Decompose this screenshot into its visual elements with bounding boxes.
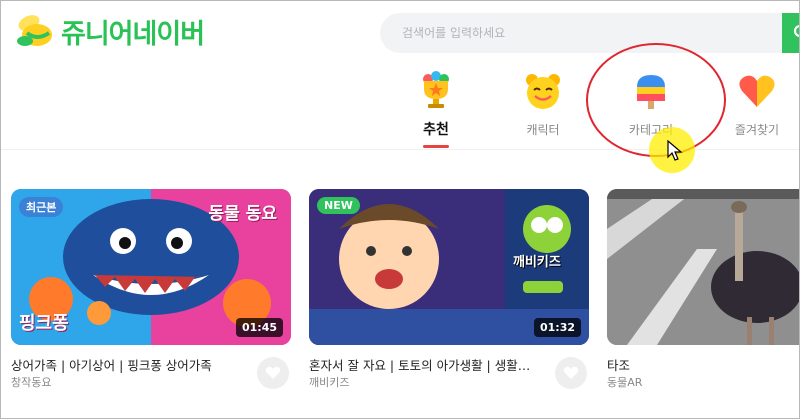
heart-icon	[739, 75, 775, 107]
search-icon	[793, 24, 799, 38]
bee-logo-icon	[15, 11, 57, 51]
browser-frame: 쥬니어네이버 추천	[0, 0, 800, 419]
logo-text: 쥬니어네이버	[61, 12, 205, 51]
thumbnail-caption-top: 동물 동요	[208, 204, 277, 224]
video-title[interactable]: 상어가족 | 아기상어 | 핑크퐁 상어가족	[11, 355, 241, 374]
video-card[interactable]: 동물 동요 핑크퐁 최근본 01:45 상어가족 | 아기상어 | 핑크퐁 상어…	[11, 189, 291, 389]
nav-item-recommend[interactable]: 추천	[396, 71, 476, 148]
video-card[interactable]: 깨비키즈 NEW 01:32 혼자서 잘 자요 | 토토의 아가생활 | 생활습…	[309, 189, 589, 389]
video-channel[interactable]: 깨비키즈	[309, 374, 349, 390]
search-bar	[380, 13, 799, 53]
heart-outline-icon	[563, 366, 579, 379]
logo-text-label: 쥬니어네이버	[61, 18, 205, 50]
mouse-pointer-icon	[667, 140, 683, 161]
video-thumbnail[interactable]: 깨비키즈 NEW 01:32	[309, 189, 589, 345]
character-face-icon	[526, 74, 560, 109]
nav-label-recommend: 추천	[423, 122, 449, 138]
junior-naver-logo[interactable]: 쥬니어네이버	[15, 11, 205, 51]
video-thumbnail[interactable]: 동물 동요 핑크퐁 최근본 01:45	[11, 189, 291, 345]
nav-label-character: 캐릭터	[526, 123, 560, 137]
favorite-button[interactable]	[555, 357, 587, 389]
nav-label-favorites: 즐겨찾기	[734, 123, 780, 137]
video-title[interactable]: 혼자서 잘 자요 | 토토의 아가생활 | 생활습…	[309, 355, 539, 374]
favorite-button[interactable]	[257, 357, 289, 389]
new-badge: NEW	[317, 197, 360, 214]
search-button[interactable]	[782, 13, 799, 53]
nav-item-favorites[interactable]: 즐겨찾기	[717, 71, 797, 138]
video-thumbnail[interactable]	[607, 189, 799, 345]
heart-outline-icon	[265, 366, 281, 379]
nav-item-character[interactable]: 캐릭터	[503, 71, 583, 138]
thumbnail-caption-top: 깨비키즈	[513, 255, 561, 270]
ostrich-photo	[607, 189, 799, 345]
video-title[interactable]: 타조	[607, 355, 799, 374]
thumbnail-caption-bottom: 핑크퐁	[19, 313, 69, 334]
video-channel[interactable]: 동물AR	[607, 374, 642, 390]
video-channel[interactable]: 창작동요	[11, 374, 51, 390]
active-tab-underline	[423, 145, 449, 148]
recently-viewed-badge: 최근본	[19, 197, 64, 217]
video-card[interactable]: 타조 동물AR	[607, 189, 799, 389]
video-duration: 01:45	[235, 318, 283, 337]
trophy-icon	[423, 71, 449, 108]
video-duration: 01:32	[533, 318, 581, 337]
search-input[interactable]	[402, 23, 762, 43]
